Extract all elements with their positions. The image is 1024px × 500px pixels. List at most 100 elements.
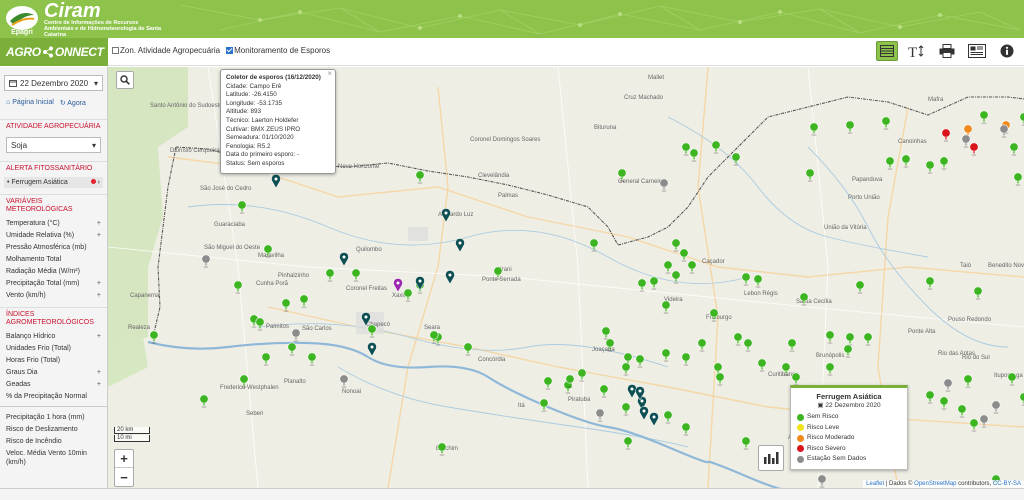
spore-collector-marker[interactable] xyxy=(649,412,659,427)
weather-station-marker[interactable] xyxy=(963,374,973,388)
spore-collector-marker[interactable] xyxy=(367,342,377,357)
weather-station-marker[interactable] xyxy=(809,122,819,136)
spore-collector-marker[interactable] xyxy=(441,208,451,223)
weather-station-marker[interactable] xyxy=(623,436,633,450)
popup-close-button[interactable]: × xyxy=(327,69,332,79)
weather-station-marker[interactable] xyxy=(825,362,835,376)
epagri-logo[interactable]: Epagri xyxy=(4,5,40,36)
weather-station-marker[interactable] xyxy=(577,368,587,382)
spore-collector-marker[interactable] xyxy=(639,406,649,421)
spore-collector-marker[interactable] xyxy=(445,270,455,285)
alert-item-ferrugem[interactable]: • Ferrugem Asiática › xyxy=(4,177,103,188)
news-button[interactable] xyxy=(966,41,988,61)
weather-station-marker[interactable] xyxy=(781,362,791,376)
sidebar-item[interactable]: Precipitação Total (mm) + xyxy=(0,277,107,289)
sidebar-item[interactable]: Risco de Incêndio xyxy=(0,435,107,447)
weather-station-marker[interactable] xyxy=(415,170,425,184)
weather-station-marker[interactable] xyxy=(799,292,809,306)
weather-station-marker[interactable] xyxy=(637,278,647,292)
weather-station-marker[interactable] xyxy=(863,332,873,346)
weather-station-marker[interactable] xyxy=(493,266,503,280)
date-selector[interactable]: 22 Dezembro 2020 ▾ xyxy=(4,75,103,91)
weather-station-marker[interactable] xyxy=(635,354,645,368)
weather-station-marker[interactable] xyxy=(659,178,669,192)
weather-station-marker[interactable] xyxy=(589,238,599,252)
weather-station-marker[interactable] xyxy=(255,317,265,331)
weather-station-marker[interactable] xyxy=(539,398,549,412)
sidebar-item[interactable]: Pressão Atmosférica (mb) xyxy=(0,241,107,253)
weather-station-marker[interactable] xyxy=(605,338,615,352)
sidebar-item[interactable]: Balanço Hídrico + xyxy=(0,330,107,342)
weather-station-marker[interactable] xyxy=(711,140,721,154)
weather-station-marker[interactable] xyxy=(671,270,681,284)
weather-station-marker[interactable] xyxy=(287,342,297,356)
weather-station-marker[interactable] xyxy=(261,352,271,366)
weather-station-marker[interactable] xyxy=(291,328,301,342)
sidebar-item[interactable]: Radiação Média (W/m²) xyxy=(0,265,107,277)
spore-collector-marker[interactable] xyxy=(339,252,349,267)
weather-station-marker[interactable] xyxy=(715,372,725,386)
weather-station-marker[interactable] xyxy=(925,276,935,290)
map-search-button[interactable] xyxy=(116,71,134,89)
print-button[interactable] xyxy=(936,41,958,61)
leaflet-link[interactable]: Leaflet xyxy=(866,481,884,487)
weather-station-marker[interactable] xyxy=(901,154,911,168)
weather-station-marker[interactable] xyxy=(679,248,689,262)
weather-station-marker[interactable] xyxy=(689,148,699,162)
weather-station-marker[interactable] xyxy=(991,400,1001,414)
weather-station-marker[interactable] xyxy=(325,268,335,282)
spore-collector-marker-selected[interactable] xyxy=(393,278,403,293)
spore-collector-marker[interactable] xyxy=(455,238,465,253)
weather-station-marker[interactable] xyxy=(463,342,473,356)
weather-station-marker[interactable] xyxy=(741,272,751,286)
weather-station-marker[interactable] xyxy=(845,120,855,134)
sidebar-item[interactable]: Veloc. Média Vento 10min (km/h) xyxy=(0,447,107,468)
weather-station-marker[interactable] xyxy=(351,268,361,282)
weather-station-marker[interactable] xyxy=(1009,142,1019,156)
weather-station-marker[interactable] xyxy=(817,474,827,488)
weather-station-marker[interactable] xyxy=(1019,392,1024,406)
agroconnect-brand[interactable]: AGRO ONNECT xyxy=(0,38,108,66)
weather-station-marker[interactable] xyxy=(201,254,211,268)
weather-station-marker[interactable] xyxy=(199,394,209,408)
weather-station-marker[interactable] xyxy=(621,402,631,416)
weather-station-marker[interactable] xyxy=(663,260,673,274)
weather-station-marker[interactable] xyxy=(1019,112,1024,126)
weather-station-marker[interactable] xyxy=(681,352,691,366)
sidebar-item[interactable]: Risco de Deslizamento xyxy=(0,423,107,435)
weather-station-marker[interactable] xyxy=(339,374,349,388)
sidebar-item[interactable]: Unidades Frio (Total) xyxy=(0,342,107,354)
weather-station-marker[interactable] xyxy=(733,332,743,346)
sidebar-item[interactable]: Temperatura (°C) + xyxy=(0,217,107,229)
weather-station-marker[interactable] xyxy=(697,338,707,352)
license-link[interactable]: CC-BY-SA xyxy=(993,481,1021,487)
weather-station-marker[interactable] xyxy=(239,374,249,388)
home-link[interactable]: ⌂ Página Inicial xyxy=(6,99,54,107)
weather-station-marker[interactable] xyxy=(943,378,953,392)
weather-station-marker[interactable] xyxy=(825,330,835,344)
weather-station-marker[interactable] xyxy=(885,156,895,170)
weather-station-marker[interactable] xyxy=(595,408,605,422)
osm-link[interactable]: OpenStreetMap xyxy=(914,481,956,487)
weather-station-marker[interactable] xyxy=(149,330,159,344)
weather-station-marker[interactable] xyxy=(999,124,1009,138)
weather-station-marker[interactable] xyxy=(979,414,989,428)
weather-station-marker[interactable] xyxy=(969,142,979,156)
sidebar-item[interactable]: Geadas + xyxy=(0,378,107,390)
weather-station-marker[interactable] xyxy=(307,352,317,366)
sidebar-item[interactable]: Precipitação 1 hora (mm) xyxy=(0,411,107,423)
weather-station-marker[interactable] xyxy=(961,134,971,148)
now-link[interactable]: ↻ Agora xyxy=(60,99,86,107)
sidebar-item[interactable]: Graus Dia + xyxy=(0,366,107,378)
weather-station-marker[interactable] xyxy=(881,116,891,130)
chart-button[interactable] xyxy=(758,445,784,471)
weather-station-marker[interactable] xyxy=(939,156,949,170)
weather-station-marker[interactable] xyxy=(367,324,377,338)
weather-station-marker[interactable] xyxy=(925,160,935,174)
weather-station-marker[interactable] xyxy=(805,168,815,182)
weather-station-marker[interactable] xyxy=(925,390,935,404)
sidebar-item[interactable]: Vento (km/h) + xyxy=(0,289,107,301)
weather-station-marker[interactable] xyxy=(617,168,627,182)
weather-station-marker[interactable] xyxy=(429,330,439,344)
weather-station-marker[interactable] xyxy=(263,244,273,258)
